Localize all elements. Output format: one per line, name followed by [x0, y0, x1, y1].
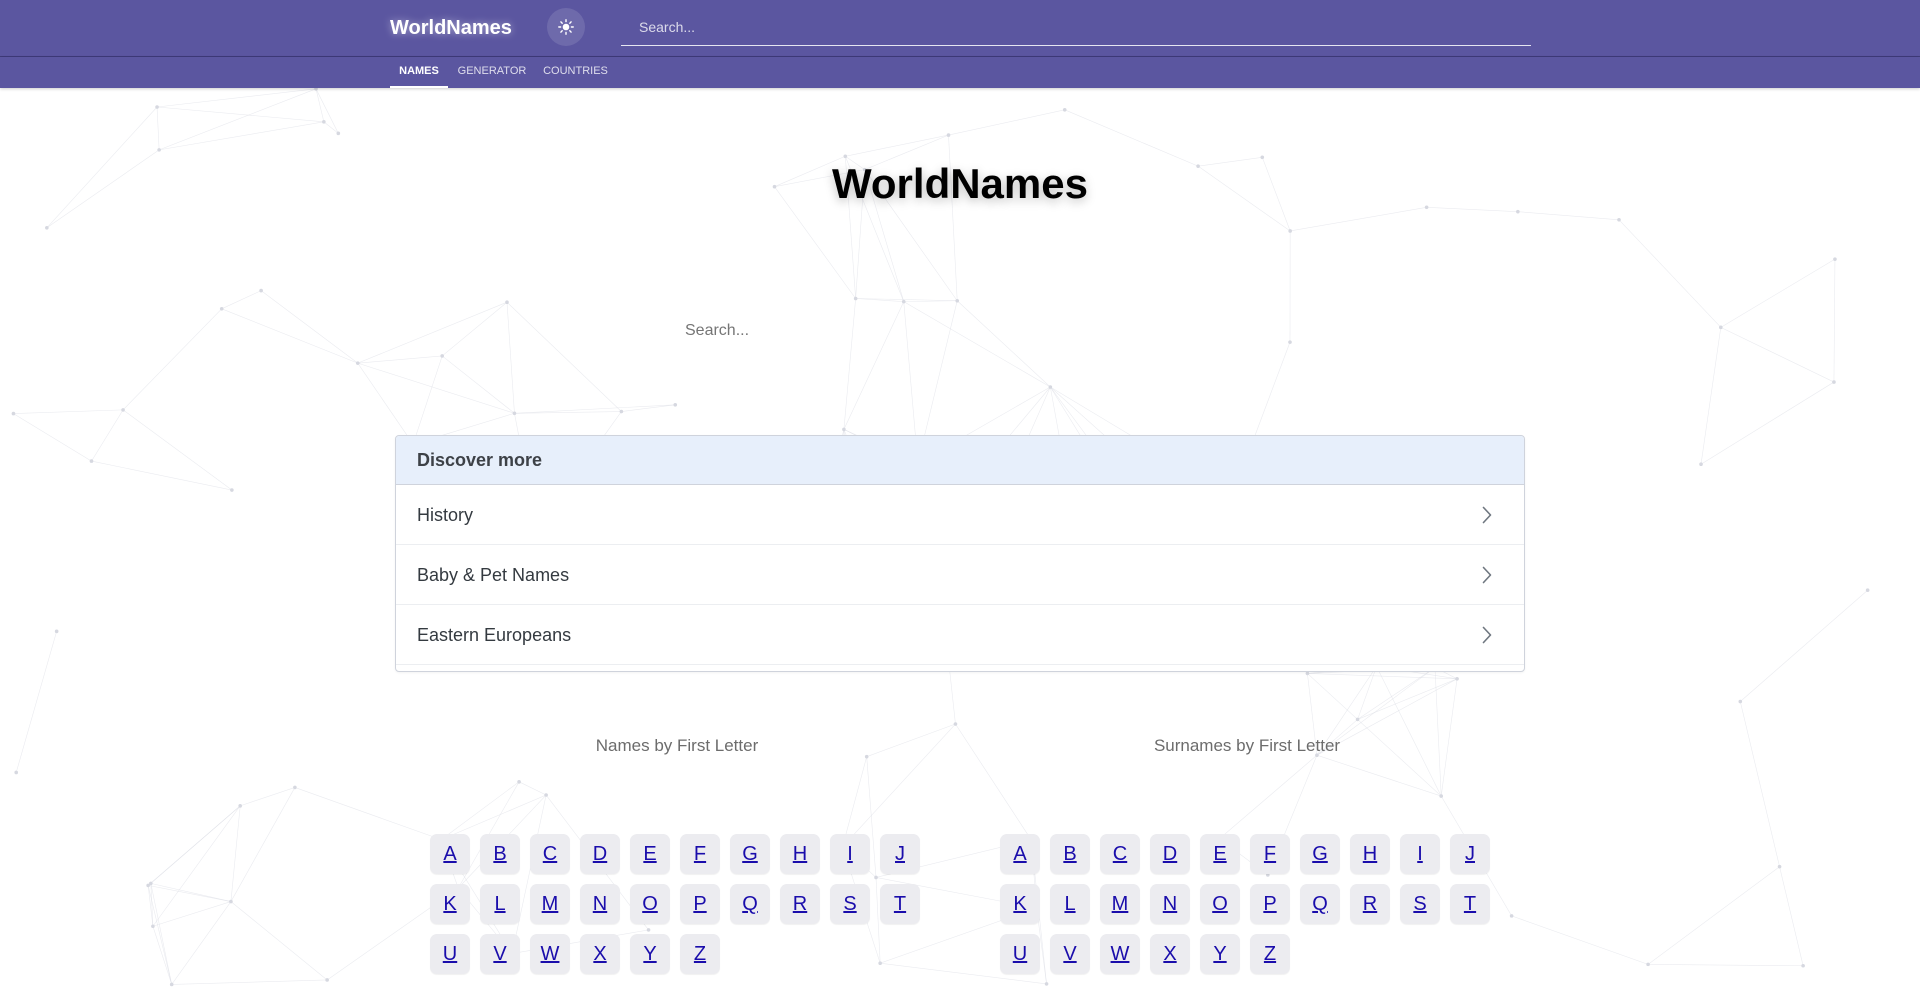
- names-letter-e[interactable]: E: [630, 834, 670, 874]
- surnames-letter-g[interactable]: G: [1300, 834, 1340, 874]
- names-letter-h[interactable]: H: [780, 834, 820, 874]
- surnames-letter-y[interactable]: Y: [1200, 934, 1240, 974]
- names-letter-j[interactable]: J: [880, 834, 920, 874]
- discover-item-baby-pet-names[interactable]: Baby & Pet Names: [396, 545, 1524, 605]
- names-letter-k[interactable]: K: [430, 884, 470, 924]
- app-root: WorldNames NAMES GENERATOR: [0, 0, 1920, 993]
- names-letter-z[interactable]: Z: [680, 934, 720, 974]
- discover-item-history[interactable]: History: [396, 485, 1524, 545]
- names-letter-w[interactable]: W: [530, 934, 570, 974]
- surnames-letter-z[interactable]: Z: [1250, 934, 1290, 974]
- surnames-letter-x[interactable]: X: [1150, 934, 1190, 974]
- names-letter-m[interactable]: M: [530, 884, 570, 924]
- surnames-letter-f[interactable]: F: [1250, 834, 1290, 874]
- surnames-letter-u[interactable]: U: [1000, 934, 1040, 974]
- main-search-input[interactable]: [670, 310, 1250, 352]
- names-letter-v[interactable]: V: [480, 934, 520, 974]
- names-letter-c[interactable]: C: [530, 834, 570, 874]
- names-letter-p[interactable]: P: [680, 884, 720, 924]
- surnames-letter-q[interactable]: Q: [1300, 884, 1340, 924]
- names-letter-r[interactable]: R: [780, 884, 820, 924]
- surnames-letter-c[interactable]: C: [1100, 834, 1140, 874]
- surnames-letter-s[interactable]: S: [1400, 884, 1440, 924]
- surnames-by-letter-title: Surnames by First Letter: [1153, 736, 1341, 755]
- header-search-field: [621, 10, 1531, 46]
- names-letter-f[interactable]: F: [680, 834, 720, 874]
- discover-more-card: Discover more History Baby & Pet Names E…: [395, 435, 1525, 672]
- surnames-letter-i[interactable]: I: [1400, 834, 1440, 874]
- surnames-letter-k[interactable]: K: [1000, 884, 1040, 924]
- names-letter-l[interactable]: L: [480, 884, 520, 924]
- surnames-letter-o[interactable]: O: [1200, 884, 1240, 924]
- surnames-letter-w[interactable]: W: [1100, 934, 1140, 974]
- discover-item-eastern-europeans[interactable]: Eastern Europeans: [396, 605, 1524, 665]
- names-letter-s[interactable]: S: [830, 884, 870, 924]
- surnames-letter-p[interactable]: P: [1250, 884, 1290, 924]
- names-letter-i[interactable]: I: [830, 834, 870, 874]
- surnames-letter-v[interactable]: V: [1050, 934, 1090, 974]
- discover-more-title: Discover more: [396, 436, 1524, 485]
- names-letter-b[interactable]: B: [480, 834, 520, 874]
- surnames-letter-b[interactable]: B: [1050, 834, 1090, 874]
- theme-toggle-button[interactable]: [547, 8, 585, 46]
- surnames-letter-d[interactable]: D: [1150, 834, 1190, 874]
- page-title: WorldNames: [832, 160, 1088, 207]
- names-letter-o[interactable]: O: [630, 884, 670, 924]
- surnames-letter-t[interactable]: T: [1450, 884, 1490, 924]
- surnames-letter-r[interactable]: R: [1350, 884, 1390, 924]
- header-search-input[interactable]: [621, 10, 1531, 44]
- main-search-field: [670, 310, 1250, 352]
- tab-names[interactable]: NAMES: [390, 57, 448, 88]
- brand-logo[interactable]: WorldNames: [390, 0, 512, 56]
- discover-item-label: Eastern Europeans: [417, 625, 572, 645]
- surnames-letter-n[interactable]: N: [1150, 884, 1190, 924]
- surnames-letter-m[interactable]: M: [1100, 884, 1140, 924]
- chevron-right-icon: [1482, 566, 1492, 584]
- names-letter-t[interactable]: T: [880, 884, 920, 924]
- names-letter-q[interactable]: Q: [730, 884, 770, 924]
- names-letter-u[interactable]: U: [430, 934, 470, 974]
- discover-item-label: Baby & Pet Names: [417, 565, 570, 585]
- names-by-letter-title: Names by First Letter: [595, 736, 759, 755]
- surnames-letter-a[interactable]: A: [1000, 834, 1040, 874]
- top-app-bar: WorldNames: [0, 0, 1920, 57]
- names-letter-y[interactable]: Y: [630, 934, 670, 974]
- tab-generator[interactable]: GENERATOR: [453, 57, 531, 88]
- sun-icon: [558, 19, 574, 35]
- chevron-right-icon: [1482, 626, 1492, 644]
- surnames-letter-e[interactable]: E: [1200, 834, 1240, 874]
- names-letter-a[interactable]: A: [430, 834, 470, 874]
- surnames-letter-l[interactable]: L: [1050, 884, 1090, 924]
- tab-countries[interactable]: COUNTRIES: [537, 57, 614, 88]
- names-letter-x[interactable]: X: [580, 934, 620, 974]
- discover-item-label: History: [417, 505, 474, 525]
- surnames-letter-j[interactable]: J: [1450, 834, 1490, 874]
- surnames-letter-h[interactable]: H: [1350, 834, 1390, 874]
- chevron-right-icon: [1482, 506, 1492, 524]
- nav-tabs: NAMES GENERATOR COUNTRIES: [0, 57, 1920, 88]
- names-letter-n[interactable]: N: [580, 884, 620, 924]
- names-letter-g[interactable]: G: [730, 834, 770, 874]
- names-letter-d[interactable]: D: [580, 834, 620, 874]
